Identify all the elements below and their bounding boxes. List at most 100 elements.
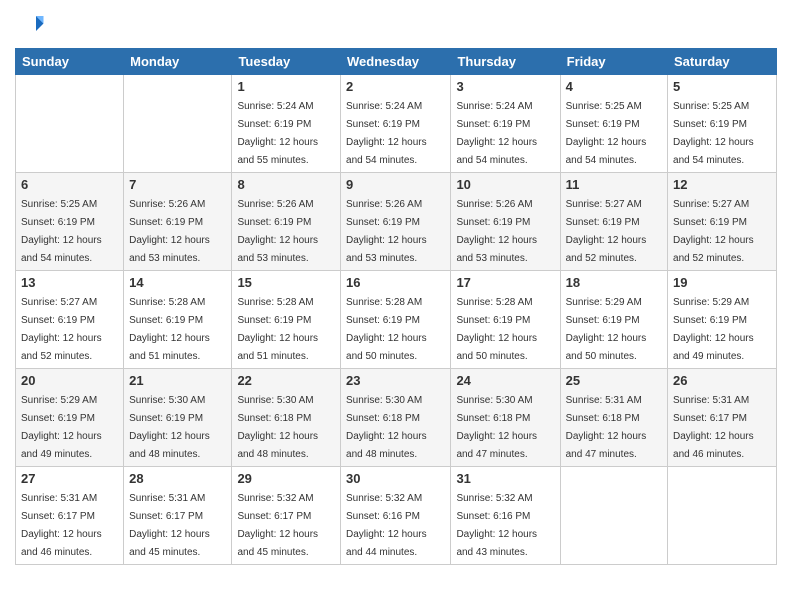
day-info: Sunrise: 5:24 AMSunset: 6:19 PMDaylight:… bbox=[346, 101, 427, 166]
day-number: 1 bbox=[237, 79, 335, 94]
day-info: Sunrise: 5:32 AMSunset: 6:17 PMDaylight:… bbox=[237, 493, 318, 558]
day-info: Sunrise: 5:27 AMSunset: 6:19 PMDaylight:… bbox=[566, 199, 647, 264]
day-info: Sunrise: 5:29 AMSunset: 6:19 PMDaylight:… bbox=[21, 395, 102, 460]
calendar-cell: 15 Sunrise: 5:28 AMSunset: 6:19 PMDaylig… bbox=[232, 271, 341, 369]
day-info: Sunrise: 5:27 AMSunset: 6:19 PMDaylight:… bbox=[673, 199, 754, 264]
calendar-cell: 9 Sunrise: 5:26 AMSunset: 6:19 PMDayligh… bbox=[341, 173, 451, 271]
day-number: 20 bbox=[21, 373, 118, 388]
day-number: 16 bbox=[346, 275, 445, 290]
calendar-cell: 2 Sunrise: 5:24 AMSunset: 6:19 PMDayligh… bbox=[341, 75, 451, 173]
day-number: 3 bbox=[456, 79, 554, 94]
day-number: 24 bbox=[456, 373, 554, 388]
calendar-cell: 13 Sunrise: 5:27 AMSunset: 6:19 PMDaylig… bbox=[16, 271, 124, 369]
calendar-cell: 5 Sunrise: 5:25 AMSunset: 6:19 PMDayligh… bbox=[668, 75, 777, 173]
calendar-cell: 4 Sunrise: 5:25 AMSunset: 6:19 PMDayligh… bbox=[560, 75, 667, 173]
day-number: 25 bbox=[566, 373, 662, 388]
day-info: Sunrise: 5:24 AMSunset: 6:19 PMDaylight:… bbox=[456, 101, 537, 166]
calendar-cell: 29 Sunrise: 5:32 AMSunset: 6:17 PMDaylig… bbox=[232, 467, 341, 565]
calendar-cell: 28 Sunrise: 5:31 AMSunset: 6:17 PMDaylig… bbox=[124, 467, 232, 565]
calendar-cell: 11 Sunrise: 5:27 AMSunset: 6:19 PMDaylig… bbox=[560, 173, 667, 271]
calendar-cell: 21 Sunrise: 5:30 AMSunset: 6:19 PMDaylig… bbox=[124, 369, 232, 467]
day-number: 27 bbox=[21, 471, 118, 486]
calendar-week-row: 6 Sunrise: 5:25 AMSunset: 6:19 PMDayligh… bbox=[16, 173, 777, 271]
calendar-cell: 27 Sunrise: 5:31 AMSunset: 6:17 PMDaylig… bbox=[16, 467, 124, 565]
day-number: 29 bbox=[237, 471, 335, 486]
day-info: Sunrise: 5:31 AMSunset: 6:17 PMDaylight:… bbox=[129, 493, 210, 558]
day-number: 7 bbox=[129, 177, 226, 192]
calendar-cell: 23 Sunrise: 5:30 AMSunset: 6:18 PMDaylig… bbox=[341, 369, 451, 467]
day-number: 31 bbox=[456, 471, 554, 486]
day-info: Sunrise: 5:28 AMSunset: 6:19 PMDaylight:… bbox=[456, 297, 537, 362]
calendar-cell: 26 Sunrise: 5:31 AMSunset: 6:17 PMDaylig… bbox=[668, 369, 777, 467]
calendar-cell bbox=[668, 467, 777, 565]
day-info: Sunrise: 5:28 AMSunset: 6:19 PMDaylight:… bbox=[346, 297, 427, 362]
day-info: Sunrise: 5:29 AMSunset: 6:19 PMDaylight:… bbox=[673, 297, 754, 362]
calendar-week-row: 27 Sunrise: 5:31 AMSunset: 6:17 PMDaylig… bbox=[16, 467, 777, 565]
header bbox=[15, 10, 777, 40]
day-info: Sunrise: 5:26 AMSunset: 6:19 PMDaylight:… bbox=[456, 199, 537, 264]
day-number: 19 bbox=[673, 275, 771, 290]
day-number: 2 bbox=[346, 79, 445, 94]
day-info: Sunrise: 5:30 AMSunset: 6:18 PMDaylight:… bbox=[346, 395, 427, 460]
day-info: Sunrise: 5:32 AMSunset: 6:16 PMDaylight:… bbox=[346, 493, 427, 558]
day-number: 13 bbox=[21, 275, 118, 290]
calendar-header-saturday: Saturday bbox=[668, 49, 777, 75]
day-number: 26 bbox=[673, 373, 771, 388]
day-info: Sunrise: 5:24 AMSunset: 6:19 PMDaylight:… bbox=[237, 101, 318, 166]
calendar-cell: 10 Sunrise: 5:26 AMSunset: 6:19 PMDaylig… bbox=[451, 173, 560, 271]
day-number: 14 bbox=[129, 275, 226, 290]
day-number: 12 bbox=[673, 177, 771, 192]
calendar-table: SundayMondayTuesdayWednesdayThursdayFrid… bbox=[15, 48, 777, 565]
day-info: Sunrise: 5:30 AMSunset: 6:18 PMDaylight:… bbox=[237, 395, 318, 460]
day-info: Sunrise: 5:27 AMSunset: 6:19 PMDaylight:… bbox=[21, 297, 102, 362]
day-info: Sunrise: 5:25 AMSunset: 6:19 PMDaylight:… bbox=[566, 101, 647, 166]
calendar-header-sunday: Sunday bbox=[16, 49, 124, 75]
calendar-cell: 20 Sunrise: 5:29 AMSunset: 6:19 PMDaylig… bbox=[16, 369, 124, 467]
day-info: Sunrise: 5:26 AMSunset: 6:19 PMDaylight:… bbox=[129, 199, 210, 264]
calendar-header-row: SundayMondayTuesdayWednesdayThursdayFrid… bbox=[16, 49, 777, 75]
day-info: Sunrise: 5:31 AMSunset: 6:17 PMDaylight:… bbox=[21, 493, 102, 558]
calendar-cell: 8 Sunrise: 5:26 AMSunset: 6:19 PMDayligh… bbox=[232, 173, 341, 271]
logo bbox=[15, 10, 49, 40]
calendar-week-row: 13 Sunrise: 5:27 AMSunset: 6:19 PMDaylig… bbox=[16, 271, 777, 369]
logo-icon bbox=[15, 10, 45, 40]
day-info: Sunrise: 5:28 AMSunset: 6:19 PMDaylight:… bbox=[237, 297, 318, 362]
day-number: 18 bbox=[566, 275, 662, 290]
calendar-cell: 31 Sunrise: 5:32 AMSunset: 6:16 PMDaylig… bbox=[451, 467, 560, 565]
calendar-header-thursday: Thursday bbox=[451, 49, 560, 75]
calendar-header-friday: Friday bbox=[560, 49, 667, 75]
day-number: 5 bbox=[673, 79, 771, 94]
page: SundayMondayTuesdayWednesdayThursdayFrid… bbox=[0, 0, 792, 612]
calendar-cell: 25 Sunrise: 5:31 AMSunset: 6:18 PMDaylig… bbox=[560, 369, 667, 467]
calendar-cell: 3 Sunrise: 5:24 AMSunset: 6:19 PMDayligh… bbox=[451, 75, 560, 173]
calendar-cell: 1 Sunrise: 5:24 AMSunset: 6:19 PMDayligh… bbox=[232, 75, 341, 173]
day-number: 15 bbox=[237, 275, 335, 290]
day-info: Sunrise: 5:30 AMSunset: 6:19 PMDaylight:… bbox=[129, 395, 210, 460]
day-info: Sunrise: 5:29 AMSunset: 6:19 PMDaylight:… bbox=[566, 297, 647, 362]
calendar-header-monday: Monday bbox=[124, 49, 232, 75]
calendar-cell: 6 Sunrise: 5:25 AMSunset: 6:19 PMDayligh… bbox=[16, 173, 124, 271]
calendar-cell: 24 Sunrise: 5:30 AMSunset: 6:18 PMDaylig… bbox=[451, 369, 560, 467]
day-info: Sunrise: 5:26 AMSunset: 6:19 PMDaylight:… bbox=[346, 199, 427, 264]
calendar-header-tuesday: Tuesday bbox=[232, 49, 341, 75]
calendar-week-row: 20 Sunrise: 5:29 AMSunset: 6:19 PMDaylig… bbox=[16, 369, 777, 467]
day-info: Sunrise: 5:31 AMSunset: 6:17 PMDaylight:… bbox=[673, 395, 754, 460]
calendar-cell: 22 Sunrise: 5:30 AMSunset: 6:18 PMDaylig… bbox=[232, 369, 341, 467]
day-info: Sunrise: 5:28 AMSunset: 6:19 PMDaylight:… bbox=[129, 297, 210, 362]
day-number: 11 bbox=[566, 177, 662, 192]
day-number: 17 bbox=[456, 275, 554, 290]
day-info: Sunrise: 5:31 AMSunset: 6:18 PMDaylight:… bbox=[566, 395, 647, 460]
day-info: Sunrise: 5:26 AMSunset: 6:19 PMDaylight:… bbox=[237, 199, 318, 264]
calendar-cell: 12 Sunrise: 5:27 AMSunset: 6:19 PMDaylig… bbox=[668, 173, 777, 271]
day-info: Sunrise: 5:32 AMSunset: 6:16 PMDaylight:… bbox=[456, 493, 537, 558]
calendar-cell: 7 Sunrise: 5:26 AMSunset: 6:19 PMDayligh… bbox=[124, 173, 232, 271]
day-info: Sunrise: 5:25 AMSunset: 6:19 PMDaylight:… bbox=[21, 199, 102, 264]
calendar-cell: 30 Sunrise: 5:32 AMSunset: 6:16 PMDaylig… bbox=[341, 467, 451, 565]
day-number: 22 bbox=[237, 373, 335, 388]
day-number: 30 bbox=[346, 471, 445, 486]
day-number: 6 bbox=[21, 177, 118, 192]
day-number: 4 bbox=[566, 79, 662, 94]
calendar-header-wednesday: Wednesday bbox=[341, 49, 451, 75]
calendar-cell: 14 Sunrise: 5:28 AMSunset: 6:19 PMDaylig… bbox=[124, 271, 232, 369]
calendar-week-row: 1 Sunrise: 5:24 AMSunset: 6:19 PMDayligh… bbox=[16, 75, 777, 173]
